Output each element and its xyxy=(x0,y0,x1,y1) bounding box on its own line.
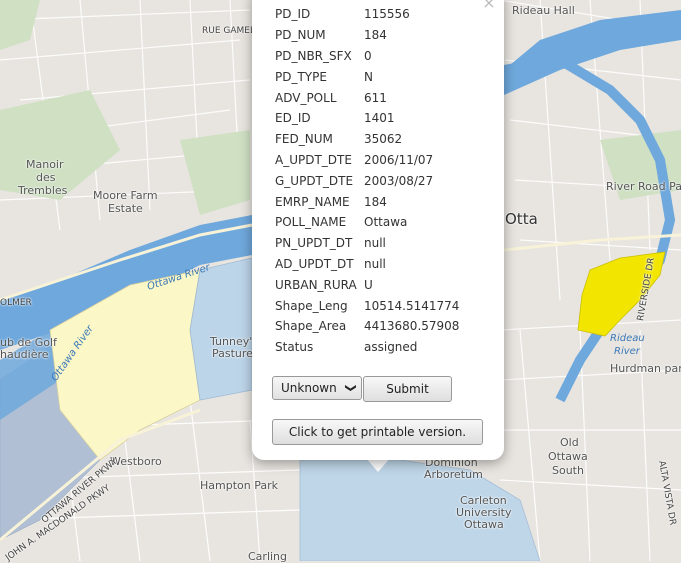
label-old: Old xyxy=(560,436,579,449)
attribute-value: U xyxy=(364,277,373,292)
attribute-key: URBAN_RURA xyxy=(275,277,357,292)
label-trembles: Trembles xyxy=(18,184,68,197)
attribute-row: A_UPDT_DTE 2006/11/07 xyxy=(275,150,459,171)
attribute-value: 0 xyxy=(364,48,372,63)
attribute-row: POLL_NAME Ottawa xyxy=(275,212,459,233)
attribute-value: 184 xyxy=(364,28,387,43)
attribute-row: EMRP_NAME 184 xyxy=(275,191,459,212)
attribute-value: 184 xyxy=(364,194,387,209)
polygon-pale-blue[interactable] xyxy=(189,257,253,401)
popup-tip xyxy=(366,458,390,472)
attribute-value: null xyxy=(364,256,386,271)
attribute-key: PN_UPDT_DT xyxy=(275,236,353,251)
label-carling: Carling xyxy=(248,550,288,563)
label-river-road-park: River Road Park xyxy=(606,180,681,193)
attribute-key: PD_NBR_SFX xyxy=(275,48,352,63)
attribute-row: PD_ID 115556 xyxy=(275,4,459,25)
attribute-value: 2006/11/07 xyxy=(364,152,434,167)
attribute-table: PD_ID 115556 PD_NUM 184 PD_NBR_SFX 0 PD_TYPE N A… xyxy=(275,4,459,358)
attribute-value: 4413680.57908 xyxy=(364,319,460,334)
attribute-row: FED_NUM 35062 xyxy=(275,129,459,150)
label-estate: Estate xyxy=(108,202,143,215)
close-icon[interactable]: × xyxy=(482,0,496,11)
attribute-key: PD_TYPE xyxy=(275,69,327,84)
printable-version-button[interactable]: Click to get printable version. xyxy=(272,419,483,445)
label-moore-farm: Moore Farm xyxy=(93,189,158,202)
attribute-value: N xyxy=(364,69,373,84)
attribute-row: PD_TYPE N xyxy=(275,66,459,87)
attribute-value: Ottawa xyxy=(364,215,408,230)
attribute-row: Shape_Area 4413680.57908 xyxy=(275,316,459,337)
label-des: des xyxy=(36,171,56,184)
label-arboretum: Arboretum xyxy=(424,468,483,481)
attribute-row: Status assigned xyxy=(275,337,459,358)
attribute-key: FED_NUM xyxy=(275,132,333,147)
feature-popup: × PD_ID 115556 PD_NUM 184 PD_NBR_SFX 0 PD_TYPE… xyxy=(252,0,504,460)
attribute-value: 115556 xyxy=(364,7,410,22)
attribute-row: PD_NUM 184 xyxy=(275,25,459,46)
attribute-key: G_UPDT_DTE xyxy=(275,173,354,188)
chevron-down-icon: ❯ xyxy=(344,383,358,393)
attribute-value: 1401 xyxy=(364,111,395,126)
attribute-key: ADV_POLL xyxy=(275,90,337,105)
label-carleton-ottawa: Ottawa xyxy=(464,518,504,531)
attribute-row: PN_UPDT_DT null xyxy=(275,233,459,254)
status-select[interactable]: Unknown ❯ xyxy=(272,376,362,400)
label-manoir: Manoir xyxy=(26,158,64,171)
attribute-key: Status xyxy=(275,340,314,355)
label-hurdman-park: Hurdman park xyxy=(610,362,681,375)
label-olmer: OLMER xyxy=(0,298,32,308)
attribute-row: PD_NBR_SFX 0 xyxy=(275,46,459,67)
label-hampton-park: Hampton Park xyxy=(200,479,278,492)
attribute-key: A_UPDT_DTE xyxy=(275,152,352,167)
attribute-key: ED_ID xyxy=(275,111,311,126)
label-ottawa-city: Otta xyxy=(505,210,538,228)
attribute-value: 2003/08/27 xyxy=(364,173,434,188)
attribute-key: Shape_Area xyxy=(275,319,347,334)
status-select-value: Unknown xyxy=(281,381,337,395)
label-river: River xyxy=(614,346,640,357)
attribute-value: 35062 xyxy=(364,132,403,147)
label-pasture: Pasture xyxy=(212,347,253,360)
attribute-key: AD_UPDT_DT xyxy=(275,256,354,271)
attribute-row: ED_ID 1401 xyxy=(275,108,459,129)
attribute-row: Shape_Leng 10514.5141774 xyxy=(275,295,459,316)
attribute-row: AD_UPDT_DT null xyxy=(275,254,459,275)
attribute-value: 611 xyxy=(364,90,387,105)
attribute-key: EMRP_NAME xyxy=(275,194,350,209)
attribute-key: PD_NUM xyxy=(275,28,326,43)
attribute-value: assigned xyxy=(364,340,418,355)
submit-button[interactable]: Submit xyxy=(363,376,452,402)
attribute-row: ADV_POLL 611 xyxy=(275,87,459,108)
label-rideau-hall: Rideau Hall xyxy=(512,4,575,17)
label-south: South xyxy=(552,464,584,477)
attribute-key: PD_ID xyxy=(275,7,311,22)
attribute-row: G_UPDT_DTE 2003/08/27 xyxy=(275,170,459,191)
attribute-value: null xyxy=(364,236,386,251)
label-rideau: Rideau xyxy=(610,333,645,344)
attribute-key: POLL_NAME xyxy=(275,215,347,230)
label-old-ottawa: Ottawa xyxy=(548,450,588,463)
attribute-key: Shape_Leng xyxy=(275,298,348,313)
attribute-value: 10514.5141774 xyxy=(364,298,460,313)
label-chaudiere: haudière xyxy=(0,348,49,361)
attribute-row: URBAN_RURA U xyxy=(275,274,459,295)
